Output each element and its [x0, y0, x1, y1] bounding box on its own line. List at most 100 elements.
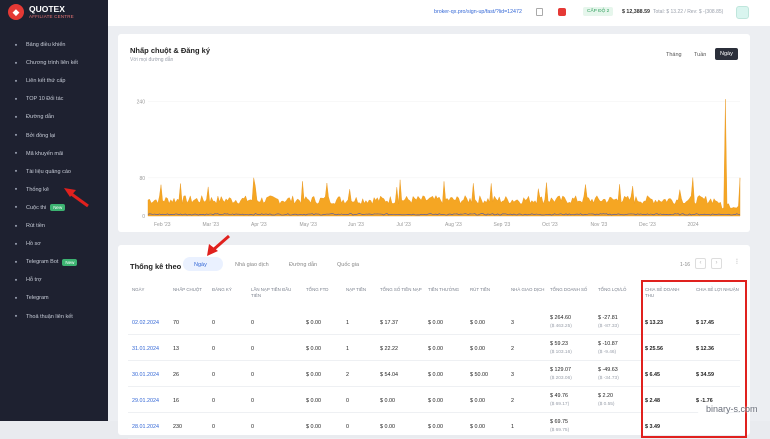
sidebar-item-label: Rút tiền: [26, 223, 45, 229]
column-header[interactable]: NHÀ GIAO DỊCH: [511, 287, 555, 293]
sidebar-item-3[interactable]: ▪TOP 10 Đối tác: [0, 91, 108, 107]
x-tick-label: Oct '23: [542, 222, 558, 228]
sidebar-item-10[interactable]: ▪Rút tiền: [0, 218, 108, 234]
x-tick-label: Sep '23: [494, 222, 511, 228]
table-cell: 1: [511, 424, 514, 430]
table-cell: 0: [212, 346, 215, 352]
table-cell: 0: [212, 372, 215, 378]
stats-title: Thống kê theo: [130, 262, 181, 271]
y-tick-label: 0: [142, 214, 145, 220]
table-cell: $ 22.22: [380, 346, 398, 352]
x-tick-label: May '23: [300, 222, 318, 228]
sidebar-item-15[interactable]: ▪Thoả thuận liên kết: [0, 309, 108, 325]
column-header[interactable]: TIỀN THƯỞNG: [428, 287, 472, 293]
y-tick-label: 240: [137, 100, 146, 106]
sidebar-item-0[interactable]: ▪Bảng điều khiển: [0, 37, 108, 53]
stats-tab-day[interactable]: Ngày: [194, 262, 207, 268]
sidebar-item-11[interactable]: ▪Hồ sơ: [0, 236, 108, 252]
table-subcell: ($ 103.16): [550, 350, 572, 355]
date-link[interactable]: 02.02.2024: [132, 320, 159, 326]
table-cell: $ 0.00: [306, 346, 321, 352]
table-cell: $ 0.00: [306, 398, 321, 404]
y-tick-label: 80: [139, 176, 145, 182]
table-cell: 230: [173, 424, 182, 430]
date-link[interactable]: 29.01.2024: [132, 398, 159, 404]
table-cell: $ 0.00: [428, 320, 443, 326]
stats-tab-traders[interactable]: Nhà giao dịch: [235, 262, 269, 268]
stats-tab-links[interactable]: Đường dẫn: [289, 262, 317, 268]
table-cell: 0: [212, 424, 215, 430]
column-header[interactable]: TỔNG FTD: [306, 287, 350, 293]
flag-icon[interactable]: [558, 8, 566, 16]
table-cell: 0: [212, 320, 215, 326]
sidebar-item-13[interactable]: ▪Hỗ trợ: [0, 272, 108, 288]
table-cell: $ 0.00: [428, 346, 443, 352]
table-cell: 26: [173, 372, 179, 378]
table-cell: 0: [251, 398, 254, 404]
table-cell: 13: [173, 346, 179, 352]
folder-icon: ▪: [9, 60, 23, 67]
sidebar-item-8[interactable]: ▪Thống kê: [0, 182, 108, 198]
sidebar-item-14[interactable]: ▪Telegram: [0, 290, 108, 306]
x-tick-label: 2024: [688, 222, 699, 228]
telegram-icon: ▪: [9, 295, 23, 302]
next-page-button[interactable]: ›: [711, 258, 722, 269]
date-link[interactable]: 30.01.2024: [132, 372, 159, 378]
chart-card: Nhấp chuột & Đăng ký Với mọi đường dẫn T…: [118, 34, 750, 232]
column-header[interactable]: TỔNG DOANH SỐ: [550, 287, 594, 293]
date-link[interactable]: 31.01.2024: [132, 346, 159, 352]
column-header[interactable]: NHẤP CHUỘT: [173, 287, 217, 293]
table-cell: $ 0.00: [306, 424, 321, 430]
table-cell: $ 0.00: [306, 372, 321, 378]
table-cell: 0: [346, 398, 349, 404]
table-cell: $ 59.23: [550, 341, 568, 347]
sidebar-item-9[interactable]: ▪Cuộc thiNew: [0, 200, 108, 216]
table-cell: 3: [511, 372, 514, 378]
sidebar-item-12[interactable]: ▪Telegram BotNew: [0, 254, 108, 270]
filter-icon[interactable]: ⫶: [736, 259, 738, 267]
stats-tab-country[interactable]: Quốc gia: [337, 262, 359, 268]
sidebar-item-1[interactable]: ▪Chương trình liên kết: [0, 55, 108, 71]
column-header[interactable]: ĐĂNG KÝ: [212, 287, 256, 293]
brand-logo[interactable]: ◆ QUOTEX AFFILIATE CENTRE: [8, 4, 74, 20]
table-cell: $ 0.00: [470, 424, 485, 430]
table-cell: $ 0.00: [470, 398, 485, 404]
sidebar-item-label: Đường dẫn: [26, 114, 54, 120]
sidebar-item-5[interactable]: ▪Bởi đồng lại: [0, 128, 108, 144]
sidebar-item-2[interactable]: ▪Liên kết thứ cấp: [0, 73, 108, 89]
notification-button[interactable]: [736, 6, 749, 19]
sidebar-item-label: Hỗ trợ: [26, 277, 42, 283]
referral-link[interactable]: broker-qx.pro/sign-up/fast/?lid=12472: [434, 9, 522, 15]
sidebar-item-7[interactable]: ▪Tài liệu quảng cáo: [0, 164, 108, 180]
column-header[interactable]: NGÀY: [132, 287, 176, 293]
sidebar-item-label: Cuộc thi: [26, 205, 46, 211]
sidebar-item-6[interactable]: ▪Mã khuyến mãi: [0, 146, 108, 162]
pie-icon: ▪: [9, 186, 23, 193]
link-icon: ▪: [9, 114, 23, 121]
brand-name: QUOTEX: [29, 5, 74, 14]
sidebar-item-4[interactable]: ▪Đường dẫn: [0, 109, 108, 125]
column-header[interactable]: TỔNG LỢI/LỖ: [598, 287, 642, 293]
prev-page-button[interactable]: ‹: [695, 258, 706, 269]
date-link[interactable]: 28.01.2024: [132, 424, 159, 430]
sidebar-item-label: Hồ sơ: [26, 241, 41, 247]
sidebar-item-label: Telegram: [26, 295, 49, 301]
column-header[interactable]: LẦN NẠP TIỀN ĐẦU TIÊN: [251, 287, 295, 298]
table-cell: 3: [511, 320, 514, 326]
refresh-icon: ▪: [9, 132, 23, 139]
trend-icon: ▪: [9, 96, 23, 103]
table-subcell: ($ 463.25): [550, 324, 572, 329]
column-header[interactable]: TỔNG SỐ TIỀN NẠP: [380, 287, 424, 293]
send-icon: ▪: [9, 78, 23, 85]
contract-icon: ▪: [9, 313, 23, 320]
table-cell: $ 0.00: [428, 424, 443, 430]
user-icon: ▪: [9, 241, 23, 248]
table-cell: 2: [346, 372, 349, 378]
sidebar-item-label: Chương trình liên kết: [26, 60, 78, 66]
sidebar-item-label: Thống kê: [26, 187, 49, 193]
table-cell: $ 17.37: [380, 320, 398, 326]
column-header[interactable]: RÚT TIỀN: [470, 287, 514, 293]
highlight-box: [641, 280, 747, 438]
copy-icon[interactable]: [536, 8, 543, 16]
table-cell: 0: [251, 372, 254, 378]
